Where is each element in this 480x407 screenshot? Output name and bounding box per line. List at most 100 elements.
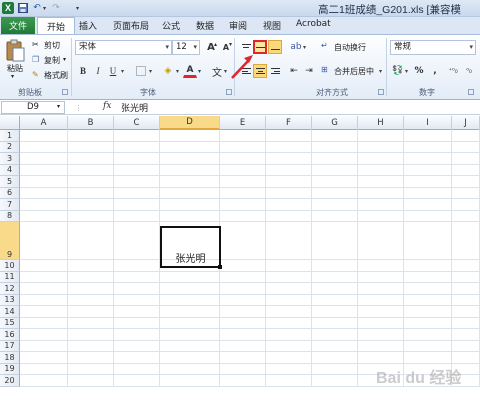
cell[interactable] — [358, 153, 404, 165]
cell[interactable] — [20, 153, 68, 165]
cell[interactable] — [68, 283, 114, 295]
cell[interactable] — [358, 130, 404, 142]
cell[interactable] — [160, 329, 220, 341]
cell[interactable] — [266, 283, 312, 295]
cell[interactable] — [312, 317, 358, 329]
formula-bar-grip-icon[interactable]: ⋮ — [75, 104, 82, 112]
cell[interactable] — [20, 317, 68, 329]
cell[interactable] — [312, 306, 358, 318]
row-header-15[interactable]: 15 — [0, 317, 20, 329]
underline-button[interactable]: U — [106, 64, 120, 78]
align-center-icon[interactable] — [253, 64, 267, 78]
cell[interactable] — [160, 375, 220, 387]
increase-indent-icon[interactable]: ⇥ — [302, 64, 316, 78]
phonetic-icon[interactable]: 文 — [210, 64, 224, 79]
cell[interactable] — [114, 210, 160, 222]
cell[interactable] — [220, 176, 266, 188]
cell[interactable] — [452, 187, 480, 199]
cell[interactable] — [114, 164, 160, 176]
cell[interactable] — [312, 199, 358, 211]
cell[interactable] — [266, 222, 312, 260]
cell[interactable] — [404, 271, 452, 283]
cell[interactable] — [220, 164, 266, 176]
cell[interactable] — [358, 222, 404, 260]
cell[interactable] — [114, 222, 160, 260]
paste-icon[interactable] — [4, 39, 26, 65]
cell[interactable] — [160, 363, 220, 375]
cell[interactable] — [220, 352, 266, 364]
cell[interactable] — [160, 187, 220, 199]
row-header-11[interactable]: 11 — [0, 271, 20, 283]
cell[interactable] — [312, 176, 358, 188]
borders-dropdown-icon[interactable]: ▾ — [149, 68, 152, 75]
currency-dropdown-icon[interactable]: ▾ — [405, 68, 408, 75]
cell[interactable] — [358, 329, 404, 341]
cell[interactable] — [266, 340, 312, 352]
cell[interactable] — [220, 187, 266, 199]
row-header-16[interactable]: 16 — [0, 329, 20, 341]
increase-decimal-icon[interactable]: ⁺⁰₀ — [446, 64, 460, 78]
cell[interactable] — [114, 363, 160, 375]
cell[interactable] — [404, 130, 452, 142]
cell[interactable] — [404, 352, 452, 364]
cell[interactable] — [160, 199, 220, 211]
row-header-18[interactable]: 18 — [0, 352, 20, 364]
cell[interactable] — [452, 176, 480, 188]
cell[interactable] — [68, 141, 114, 153]
cell[interactable] — [358, 260, 404, 272]
cell[interactable] — [452, 352, 480, 364]
cell[interactable] — [68, 340, 114, 352]
cell[interactable] — [266, 363, 312, 375]
cell[interactable] — [312, 283, 358, 295]
cell[interactable] — [452, 222, 480, 260]
cell[interactable] — [220, 199, 266, 211]
cell[interactable] — [220, 153, 266, 165]
cell[interactable] — [20, 306, 68, 318]
cell[interactable] — [266, 141, 312, 153]
copy-button[interactable]: 复制 — [44, 55, 60, 66]
cell[interactable] — [68, 130, 114, 142]
column-header-i[interactable]: I — [404, 116, 452, 130]
cell[interactable] — [266, 306, 312, 318]
wrap-text-icon[interactable]: ↵ — [321, 41, 328, 50]
cell[interactable] — [220, 329, 266, 341]
cell[interactable] — [114, 153, 160, 165]
cell[interactable] — [160, 294, 220, 306]
cell[interactable] — [20, 352, 68, 364]
font-name-combo[interactable]: 宋体 ▾ — [75, 40, 172, 55]
font-color-button[interactable]: A — [183, 64, 197, 78]
cell[interactable] — [266, 164, 312, 176]
number-launcher-icon[interactable] — [468, 89, 474, 95]
customize-toolbar-icon[interactable]: ▾ — [74, 2, 81, 14]
paste-dropdown-icon[interactable]: ▾ — [11, 73, 14, 80]
cell[interactable] — [220, 283, 266, 295]
cell[interactable] — [220, 340, 266, 352]
cell[interactable] — [404, 153, 452, 165]
merge-center-button[interactable]: 合并后居中 — [334, 66, 374, 77]
cell[interactable] — [312, 363, 358, 375]
cell[interactable] — [160, 141, 220, 153]
cell[interactable] — [220, 306, 266, 318]
cell[interactable] — [160, 176, 220, 188]
cell[interactable] — [68, 187, 114, 199]
cell[interactable] — [358, 141, 404, 153]
cell[interactable] — [114, 141, 160, 153]
cell[interactable] — [358, 283, 404, 295]
cell[interactable] — [452, 164, 480, 176]
cell[interactable] — [20, 199, 68, 211]
cell[interactable] — [404, 141, 452, 153]
cell[interactable] — [160, 317, 220, 329]
cell[interactable] — [266, 271, 312, 283]
cell[interactable] — [266, 187, 312, 199]
cell[interactable] — [160, 130, 220, 142]
cell[interactable] — [452, 317, 480, 329]
cell[interactable] — [68, 317, 114, 329]
alignment-launcher-icon[interactable] — [378, 89, 384, 95]
cell[interactable] — [404, 317, 452, 329]
column-header-d[interactable]: D — [160, 116, 220, 130]
cell[interactable] — [312, 352, 358, 364]
cell[interactable] — [266, 260, 312, 272]
currency-icon[interactable]: 💱 — [391, 64, 405, 78]
cell[interactable] — [20, 164, 68, 176]
cell[interactable] — [266, 352, 312, 364]
